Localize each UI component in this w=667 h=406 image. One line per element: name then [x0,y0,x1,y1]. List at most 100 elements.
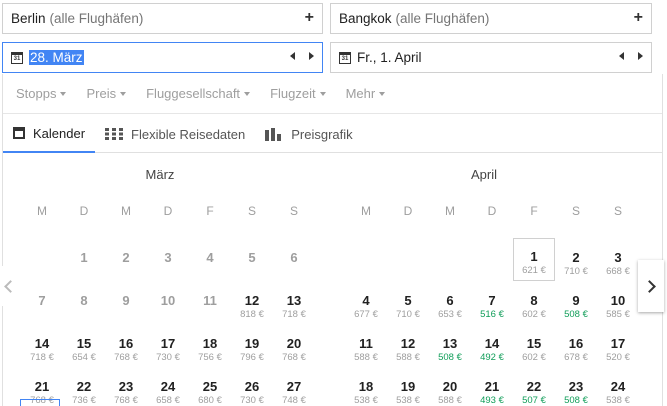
day-number: 5 [404,293,412,308]
calendar-day[interactable]: 19 538 € [387,368,429,406]
depart-date-field[interactable]: 31 28. März [2,42,323,73]
calendar-day[interactable]: 13 718 € [273,282,315,325]
day-number: 23 [118,379,134,394]
calendar-day[interactable]: 27 748 € [273,368,315,406]
tab-flexible-dates[interactable]: Flexible Reisedaten [95,115,255,153]
calendar-day[interactable]: 19 796 € [231,325,273,368]
chevron-down-icon [379,91,386,96]
calendar-day[interactable]: 1 621 € [513,238,555,281]
calendar-day[interactable]: 26 730 € [231,368,273,406]
prev-day-depart-icon[interactable] [290,52,295,60]
next-month-button[interactable] [638,260,664,312]
day-number: 17 [610,336,626,351]
destination-field[interactable]: Bangkok (alle Flughäfen) + [330,3,652,34]
origin-field[interactable]: Berlin (alle Flughäfen) + [2,3,323,34]
prev-month-button[interactable] [0,266,17,306]
day-number: 20 [286,336,302,351]
calendar-day[interactable]: 18 756 € [189,325,231,368]
day-number: 18 [358,379,374,394]
calendar-day[interactable]: 23 768 € [105,368,147,406]
day-number: 1 [530,249,538,264]
calendar-day[interactable]: 15 602 € [513,325,555,368]
day-number: 10 [610,293,626,308]
prev-day-return-icon[interactable] [619,52,624,60]
day-number: 25 [202,379,218,394]
calendar-day[interactable]: 2 710 € [555,239,597,282]
day-price: 710 € [564,266,588,277]
calendar-day[interactable]: 24 538 € [597,368,639,406]
filter-label: Stopps [16,86,57,101]
calendar-day[interactable]: 15 654 € [63,325,105,368]
calendar-day[interactable]: 24 658 € [147,368,189,406]
calendar-day[interactable]: 11 588 € [345,325,387,368]
filter-more[interactable]: Mehr [346,86,386,101]
day-number: 11 [203,293,217,308]
calendar-day[interactable]: 6 653 € [429,282,471,325]
day-number: 13 [286,293,302,308]
calendar-icon: 31 [339,51,351,64]
add-destination-icon[interactable]: + [634,9,643,27]
calendar-day: 2 [105,239,147,282]
depart-date-value[interactable]: 28. März [29,50,84,65]
calendar-day[interactable]: 18 538 € [345,368,387,406]
origin-airports: (alle Flughäfen) [49,11,144,26]
calendar-day[interactable]: 16 678 € [555,325,597,368]
day-price: 730 € [156,352,180,363]
filter-airline[interactable]: Fluggesellschaft [146,86,251,101]
calendar-day[interactable]: 14 492 € [471,325,513,368]
calendar-day[interactable]: 7 516 € [471,282,513,325]
calendar-day[interactable]: 17 730 € [147,325,189,368]
calendar-day[interactable]: 14 718 € [21,325,63,368]
tab-calendar[interactable]: Kalender [3,115,96,153]
calendar-day[interactable]: 12 588 € [387,325,429,368]
return-date-value[interactable]: Fr., 1. April [357,50,422,65]
calendar-day[interactable]: 10 585 € [597,282,639,325]
filter-flight-time[interactable]: Flugzeit [270,86,326,101]
day-number: 12 [244,293,260,308]
calendar-day[interactable]: 8 602 € [513,282,555,325]
day-number: 15 [76,336,92,351]
calendar-day: 9 [105,282,147,325]
calendar-day[interactable]: 5 710 € [387,282,429,325]
day-price: 654 € [72,352,96,363]
day-number: 24 [160,379,176,394]
day-price: 748 € [282,395,306,406]
day-number: 5 [248,250,256,265]
calendar-day[interactable]: 13 508 € [429,325,471,368]
calendar-day[interactable]: 20 768 € [273,325,315,368]
day-number: 15 [526,336,542,351]
day-price: 588 € [396,352,420,363]
day-price: 818 € [240,309,264,320]
calendar-day[interactable]: 22 736 € [63,368,105,406]
calendar-day[interactable]: 25 680 € [189,368,231,406]
day-price: 520 € [606,352,630,363]
calendar-day[interactable]: 3 668 € [597,239,639,282]
calendar-day[interactable]: 20 588 € [429,368,471,406]
calendar-day[interactable]: 17 520 € [597,325,639,368]
day-number: 17 [160,336,176,351]
day-number: 4 [362,293,370,308]
next-day-depart-icon[interactable] [309,52,314,60]
calendar-day[interactable]: 16 768 € [105,325,147,368]
next-day-return-icon[interactable] [638,52,643,60]
day-number: 8 [530,293,538,308]
calendar-day[interactable]: 23 508 € [555,368,597,406]
weekday-label: D [403,204,413,218]
day-number: 27 [286,379,302,394]
calendar-day[interactable]: 21 493 € [471,368,513,406]
tab-label: Flexible Reisedaten [131,126,246,142]
tab-price-graph[interactable]: Preisgrafik [255,115,362,153]
return-date-field[interactable]: 31 Fr., 1. April [330,42,652,73]
calendar-day[interactable]: 22 507 € [513,368,555,406]
day-number: 22 [526,379,542,394]
weekday-label: S [571,204,580,218]
calendar-day[interactable]: 12 818 € [231,282,273,325]
calendar-day[interactable]: 4 677 € [345,282,387,325]
chevron-right-icon [642,279,656,293]
add-origin-icon[interactable]: + [305,9,314,27]
day-number: 9 [572,293,580,308]
filter-price[interactable]: Preis [86,86,127,101]
filter-label: Flugzeit [270,86,316,101]
filter-stops[interactable]: Stopps [16,86,67,101]
calendar-day[interactable]: 9 508 € [555,282,597,325]
